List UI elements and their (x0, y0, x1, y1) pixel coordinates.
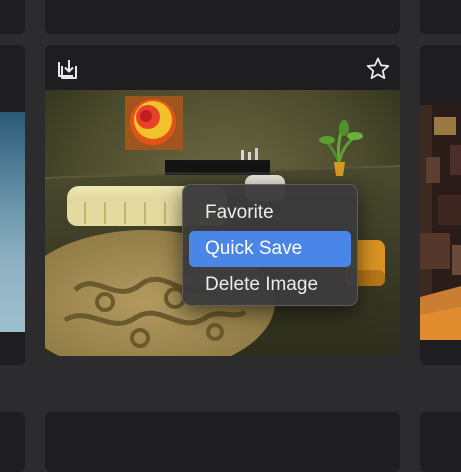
ocean-sky-thumbnail (0, 112, 25, 365)
quick-save-button[interactable] (53, 55, 81, 83)
tray-download-icon (58, 60, 77, 79)
card-toolbar (45, 45, 400, 90)
image-gallery: Favorite Quick Save Delete Image (0, 0, 461, 472)
gallery-tile-top-left[interactable] (0, 0, 25, 34)
gallery-tile-bottom-middle[interactable] (45, 412, 400, 472)
menu-item-favorite[interactable]: Favorite (189, 195, 351, 231)
gallery-tile-bottom-left[interactable] (0, 412, 25, 472)
gallery-tile-top-right[interactable] (420, 0, 461, 34)
gallery-tile-bottom-right[interactable] (420, 412, 461, 472)
dark-room-thumbnail (420, 105, 461, 365)
gallery-tile-right[interactable] (420, 45, 461, 365)
menu-item-quick-save[interactable]: Quick Save (189, 231, 351, 267)
favorite-star-button[interactable] (364, 55, 392, 83)
star-outline-icon (366, 57, 390, 79)
menu-item-delete-image[interactable]: Delete Image (189, 267, 351, 303)
gallery-tile-left[interactable] (0, 45, 25, 365)
gallery-tile-top-middle[interactable] (45, 0, 400, 34)
image-context-menu: Favorite Quick Save Delete Image (182, 184, 358, 306)
